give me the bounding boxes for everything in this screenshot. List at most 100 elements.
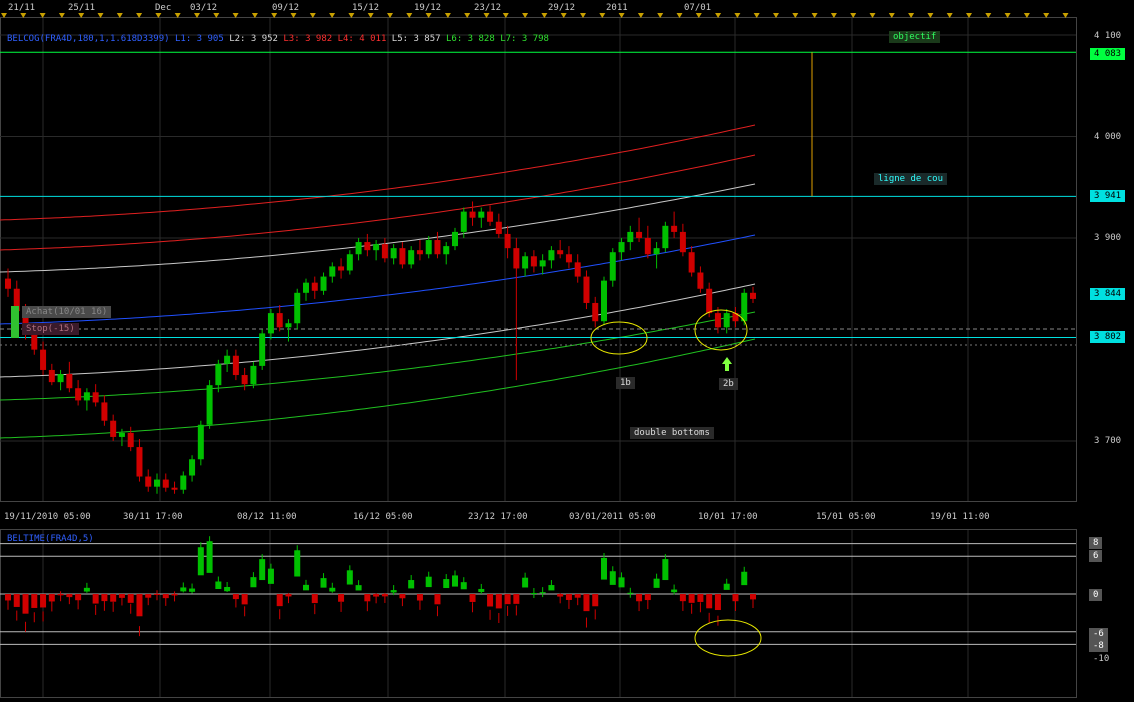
candle-body <box>355 242 362 255</box>
candle-body <box>583 276 590 303</box>
oscillator-bar <box>206 541 213 573</box>
top-date-label: 21/11 <box>8 3 36 13</box>
oscillator-bar <box>452 575 458 587</box>
oscillator-bar <box>48 594 55 602</box>
date-label: 03/01/2011 05:00 <box>569 512 656 522</box>
candle-body <box>504 233 511 249</box>
level-l2: L2: 3 952 <box>229 34 278 44</box>
oscillator-bar <box>723 583 730 590</box>
candle-body <box>276 313 283 328</box>
oscillator-bar <box>311 594 318 604</box>
oscillator-bar <box>75 594 82 601</box>
candle-body <box>548 250 555 261</box>
candle-body <box>381 244 388 259</box>
candle-body <box>539 260 546 267</box>
double-bottoms-label: double bottoms <box>630 427 714 439</box>
candle-body <box>662 225 669 249</box>
candle-body <box>592 302 599 322</box>
oscillator-bar <box>495 594 502 609</box>
oscillator-bar <box>276 594 283 607</box>
candle-body <box>408 250 415 265</box>
regression-band-green <box>0 311 756 401</box>
oscillator-bar <box>706 594 713 609</box>
oscillator-bar <box>118 594 125 598</box>
date-label: 16/12 05:00 <box>353 512 413 522</box>
oscillator-bar <box>662 559 669 581</box>
level-l3: L3: 3 982 <box>283 34 333 44</box>
price-label-support: 3 802 <box>1090 331 1126 343</box>
candle-body <box>688 252 695 273</box>
oscillator-ellipse <box>694 619 762 657</box>
oscillator-bar <box>653 578 660 588</box>
oscillator-bar <box>5 594 11 601</box>
candle-body <box>750 292 756 299</box>
top-date-label: 29/12 <box>548 3 576 13</box>
oscillator-bar <box>478 588 485 592</box>
candle-body <box>118 432 125 437</box>
top-date-label: 25/11 <box>68 3 96 13</box>
candle-body <box>530 256 537 267</box>
date-label: 23/12 17:00 <box>468 512 528 522</box>
candle-body <box>452 231 458 247</box>
oscillator-bar <box>460 582 467 590</box>
candle-body <box>434 240 441 255</box>
candle-body <box>346 254 353 271</box>
oscillator-bar <box>197 547 204 576</box>
top-date-label: 15/12 <box>352 3 380 13</box>
indicator-header: BELCOG(FRA4D,180,1,1.618D3399) L1: 3 905… <box>3 33 553 45</box>
oscillator-bar <box>373 594 380 597</box>
candle-body <box>443 246 450 255</box>
candle-body <box>75 388 82 401</box>
top-date-label: 2011 <box>606 3 628 13</box>
up-arrow-icon <box>722 357 732 371</box>
oscillator-bar <box>609 571 616 585</box>
oscillator-bar <box>583 594 590 612</box>
oscillator-bar <box>618 577 625 588</box>
top-date-label: 09/12 <box>272 3 300 13</box>
oscillator-bar <box>259 559 266 581</box>
level-l4: L4: 4 011 <box>337 34 387 44</box>
candle-body <box>180 475 187 490</box>
candle-body <box>241 375 248 385</box>
price-tick: 4 000 <box>1094 132 1122 142</box>
candle-body <box>364 242 371 251</box>
candle-body <box>495 221 502 234</box>
oscillator-bar <box>381 594 388 597</box>
oscillator-bar <box>741 571 748 586</box>
candle-body <box>92 392 99 403</box>
order-marker <box>11 306 19 338</box>
oscillator-bar <box>671 589 678 593</box>
candle-body <box>636 231 643 238</box>
candle-body <box>653 248 660 255</box>
candle-body <box>197 424 204 460</box>
candle-body <box>609 252 616 281</box>
osc-tick: 0 <box>1089 589 1103 601</box>
oscillator-bar <box>224 587 231 592</box>
oscillator-title: BELTIME(FRA4D,5) <box>7 534 94 544</box>
oscillator-bar <box>66 594 73 598</box>
oscillator-bar <box>732 594 739 602</box>
oscillator-bar <box>644 594 651 601</box>
level-l5: L5: 3 857 <box>391 34 441 44</box>
candle-body <box>671 225 678 232</box>
candle-body <box>565 254 572 263</box>
oscillator-bar <box>285 594 292 597</box>
neckline-label: ligne de cou <box>874 173 948 185</box>
oscillator-bar <box>31 594 38 608</box>
oscillator-bar <box>627 592 634 594</box>
candle-body <box>31 333 38 350</box>
candle-body <box>644 238 651 255</box>
price-label-last: 3 844 <box>1090 288 1126 300</box>
candle-body <box>303 282 309 293</box>
buy-label: Achat(10/01 16) <box>22 306 112 318</box>
level-l6: L6: 3 828 <box>446 34 495 44</box>
level-l1: L1: 3 905 <box>174 34 224 44</box>
candle-body <box>320 276 327 291</box>
oscillator-bar <box>92 594 99 604</box>
bottom-2-ellipse <box>694 309 748 351</box>
oscillator-bar <box>408 580 415 589</box>
oscillator-bar <box>530 593 537 595</box>
candle-body <box>294 292 301 324</box>
oscillator-bar <box>267 568 274 584</box>
oscillator-bar <box>443 579 450 589</box>
